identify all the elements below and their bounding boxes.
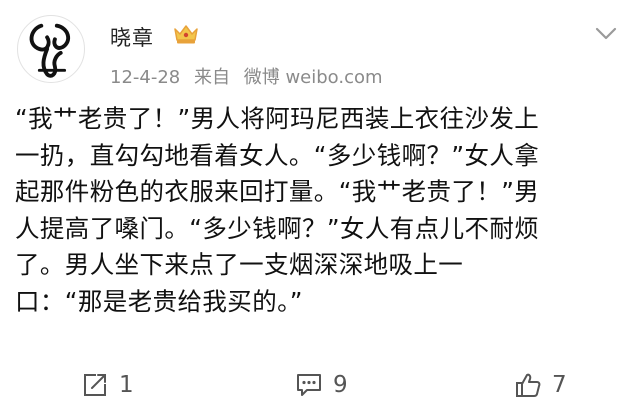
repost-icon (84, 374, 106, 396)
post-text-line: 起那件粉色的衣服来回打量。“我艹老贵了！”男 (15, 177, 540, 206)
weibo-post-card: 晓章 12-4-28 来自 微博 weibo.com “我艹老贵了！”男人将阿玛… (0, 0, 640, 419)
avatar[interactable] (17, 15, 85, 83)
crown-icon (173, 23, 199, 45)
thumbs-up-icon (516, 373, 541, 397)
post-source[interactable]: 微博 weibo.com (244, 67, 383, 88)
source-prefix: 来自 (194, 67, 230, 88)
comment-count: 9 (333, 372, 348, 398)
chevron-down-icon[interactable] (594, 26, 618, 42)
username[interactable]: 晓章 (110, 22, 154, 52)
like-button[interactable]: 7 (514, 370, 567, 400)
comment-icon (297, 374, 321, 396)
comment-button[interactable]: 9 (295, 370, 348, 400)
repost-button[interactable]: 1 (81, 370, 134, 400)
post-text-line: 了。男人坐下来点了一支烟深深地吸上一 (15, 250, 464, 279)
post-meta: 12-4-28 来自 微博 weibo.com (110, 63, 391, 89)
post-text-line: 一扔，直勾勾地看着女人。“多少钱啊？”女人拿 (15, 140, 540, 170)
post-text-line: “我艹老贵了！”男人将阿玛尼西装上衣往沙发上 (15, 104, 540, 133)
like-count: 7 (552, 372, 567, 398)
post-text: “我艹老贵了！”男人将阿玛尼西装上衣往沙发上 一扔，直勾勾地看着女人。“多少钱啊… (15, 101, 627, 320)
repost-count: 1 (119, 372, 134, 398)
post-text-line: 口：“那是老贵给我买的。” (15, 286, 303, 316)
post-text-line: 人提高了嗓门。“多少钱啊？”女人有点儿不耐烦 (15, 213, 540, 243)
avatar-image (29, 23, 71, 78)
action-bar: 1 9 7 (0, 362, 640, 408)
post-date[interactable]: 12-4-28 (110, 67, 180, 88)
